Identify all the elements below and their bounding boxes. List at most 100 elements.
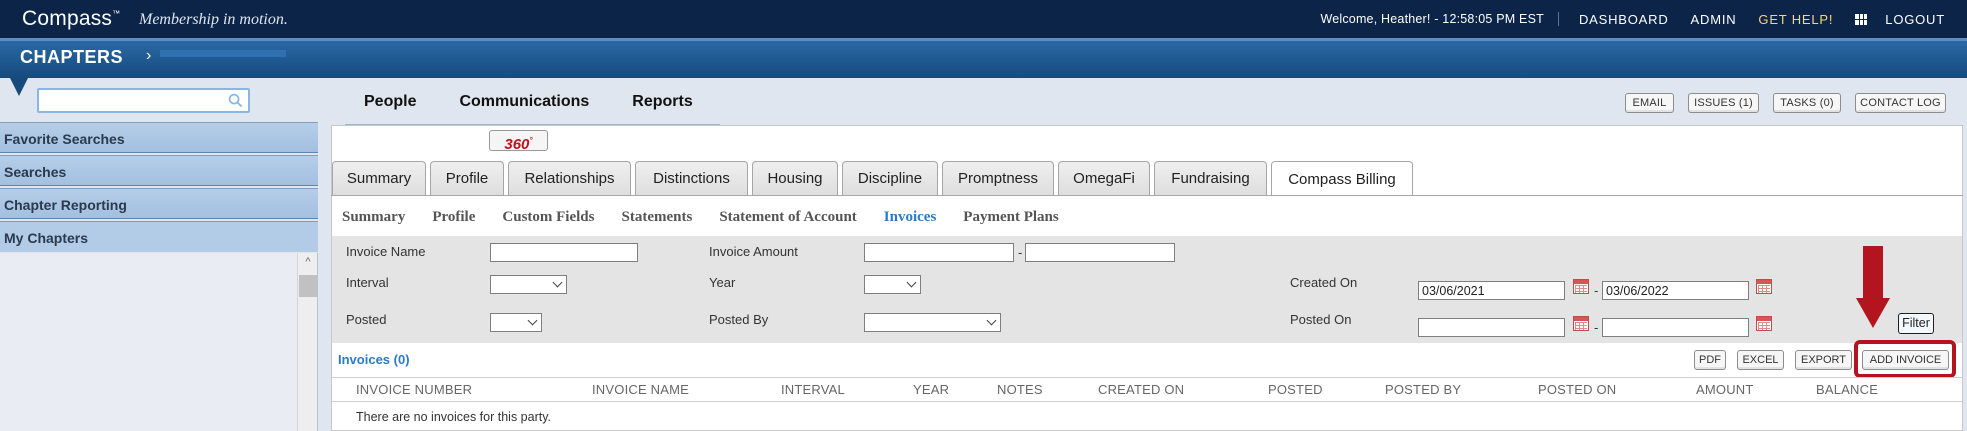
- col-invoice-name[interactable]: INVOICE NAME: [592, 382, 689, 397]
- subtab-custom-fields[interactable]: Custom Fields: [502, 209, 594, 226]
- menu-reports[interactable]: Reports: [632, 93, 692, 111]
- year-select[interactable]: [864, 275, 921, 294]
- posted-label: Posted: [346, 312, 387, 327]
- created-on-to-input[interactable]: 03/06/2022: [1602, 281, 1749, 300]
- dashboard-link[interactable]: DASHBOARD: [1579, 12, 1669, 27]
- empty-table-message: There are no invoices for this party.: [356, 410, 551, 424]
- search-icon[interactable]: [228, 93, 243, 108]
- search-box[interactable]: [37, 88, 250, 113]
- annotation-arrow-shaft: [1863, 246, 1883, 301]
- col-posted[interactable]: POSTED: [1268, 382, 1323, 397]
- chevron-right-icon[interactable]: ›: [146, 47, 151, 65]
- col-year[interactable]: YEAR: [913, 382, 949, 397]
- col-interval[interactable]: INTERVAL: [781, 382, 845, 397]
- main-menu: People Communications Reports: [364, 93, 736, 111]
- section-title: CHAPTERS: [20, 47, 124, 67]
- col-invoice-number[interactable]: INVOICE NUMBER: [356, 382, 472, 397]
- tab-promptness[interactable]: Promptness: [942, 161, 1054, 195]
- export-button[interactable]: EXPORT: [1795, 350, 1852, 370]
- scroll-up-icon[interactable]: ^: [302, 257, 314, 268]
- tab-omegafi[interactable]: OmegaFi: [1058, 161, 1150, 195]
- scroll-thumb[interactable]: [299, 275, 317, 297]
- pdf-button[interactable]: PDF: [1694, 350, 1726, 370]
- band-tab-accent: [160, 50, 286, 57]
- tagline: Membership in motion.: [139, 11, 288, 28]
- posted-select[interactable]: [490, 313, 542, 332]
- tab-bar: Summary Profile Relationships Distinctio…: [332, 161, 1417, 196]
- tab-discipline[interactable]: Discipline: [842, 161, 938, 195]
- created-on-separator: -: [1594, 283, 1599, 298]
- interval-select[interactable]: [490, 275, 567, 294]
- admin-link[interactable]: ADMIN: [1691, 12, 1737, 27]
- posted-on-label: Posted On: [1290, 312, 1352, 327]
- col-posted-on[interactable]: POSTED ON: [1538, 382, 1616, 397]
- created-on-label: Created On: [1290, 275, 1358, 290]
- posted-on-to-input[interactable]: [1602, 318, 1749, 337]
- chevron-down-icon: [527, 315, 538, 326]
- col-amount[interactable]: AMOUNT: [1696, 382, 1754, 397]
- excel-button[interactable]: EXCEL: [1737, 350, 1784, 370]
- issues-button[interactable]: ISSUES (1): [1688, 93, 1759, 113]
- top-nav: Welcome, Heather! - 12:58:05 PM EST DASH…: [1320, 0, 1967, 38]
- calendar-icon[interactable]: [1756, 316, 1772, 331]
- menu-communications[interactable]: Communications: [459, 93, 589, 111]
- invoice-amount-from-input[interactable]: [864, 243, 1014, 262]
- view-360-mark: °: [529, 136, 533, 145]
- invoice-amount-to-input[interactable]: [1025, 243, 1175, 262]
- tab-housing[interactable]: Housing: [752, 161, 838, 195]
- posted-by-select[interactable]: [864, 313, 1001, 332]
- posted-on-from-input[interactable]: [1418, 318, 1565, 337]
- calendar-icon[interactable]: [1573, 316, 1589, 331]
- sidebar-scrollbar[interactable]: ^: [297, 253, 317, 431]
- posted-on-separator: -: [1594, 320, 1599, 335]
- menu-people[interactable]: People: [364, 93, 416, 111]
- search-input[interactable]: [39, 90, 219, 110]
- calendar-icon[interactable]: [1756, 279, 1772, 294]
- view-360-button[interactable]: 360°: [489, 130, 548, 153]
- sub-tab-bar: Summary Profile Custom Fields Statements…: [342, 209, 1086, 226]
- subtab-profile[interactable]: Profile: [432, 209, 475, 226]
- subtab-invoices[interactable]: Invoices: [884, 209, 937, 226]
- tab-fundraising[interactable]: Fundraising: [1154, 161, 1267, 195]
- compass-logo[interactable]: Compass™: [22, 7, 120, 31]
- amount-separator: -: [1018, 245, 1023, 260]
- logo-text: Compass: [22, 7, 113, 30]
- interval-label: Interval: [346, 275, 389, 290]
- col-created-on[interactable]: CREATED ON: [1098, 382, 1184, 397]
- annotation-highlight-box: [1854, 340, 1956, 378]
- apps-grid-icon[interactable]: [1855, 13, 1868, 25]
- subtab-summary[interactable]: Summary: [342, 209, 405, 226]
- col-balance[interactable]: BALANCE: [1816, 382, 1878, 397]
- get-help-link[interactable]: GET HELP!: [1758, 12, 1833, 27]
- invoice-name-input[interactable]: [490, 243, 638, 262]
- tab-compass-billing[interactable]: Compass Billing: [1271, 161, 1413, 196]
- contact-log-button[interactable]: CONTACT LOG: [1855, 93, 1946, 113]
- col-posted-by[interactable]: POSTED BY: [1385, 382, 1461, 397]
- tab-profile[interactable]: Profile: [430, 161, 504, 195]
- tasks-button[interactable]: TASKS (0): [1773, 93, 1841, 113]
- welcome-text: Welcome, Heather! - 12:58:05 PM EST: [1320, 12, 1544, 26]
- sidebar-panel: [0, 253, 318, 431]
- email-button[interactable]: EMAIL: [1625, 93, 1674, 113]
- created-on-from-input[interactable]: 03/06/2021: [1418, 281, 1565, 300]
- tab-summary[interactable]: Summary: [332, 161, 426, 195]
- logout-link[interactable]: LOGOUT: [1885, 12, 1945, 27]
- subtab-statements[interactable]: Statements: [621, 209, 692, 226]
- calendar-icon[interactable]: [1573, 279, 1589, 294]
- subtab-payment-plans[interactable]: Payment Plans: [963, 209, 1058, 226]
- posted-by-label: Posted By: [709, 312, 769, 327]
- sidebar-item-chapter-reporting[interactable]: Chapter Reporting: [0, 188, 318, 219]
- band-highlight: [0, 38, 1967, 41]
- sidebar-item-favorite-searches[interactable]: Favorite Searches: [0, 122, 318, 153]
- invoice-name-label: Invoice Name: [346, 244, 426, 259]
- chevron-down-icon: [552, 277, 563, 288]
- subtab-statement-of-account[interactable]: Statement of Account: [719, 209, 856, 226]
- col-notes[interactable]: NOTES: [997, 382, 1043, 397]
- section-band: CHAPTERS ›: [0, 38, 1967, 78]
- sidebar-item-searches[interactable]: Searches: [0, 155, 318, 186]
- invoice-amount-label: Invoice Amount: [709, 244, 798, 259]
- tab-distinctions[interactable]: Distinctions: [635, 161, 748, 195]
- tab-relationships[interactable]: Relationships: [508, 161, 631, 195]
- sidebar-item-my-chapters[interactable]: My Chapters: [0, 221, 318, 252]
- filter-button[interactable]: Filter: [1898, 313, 1934, 334]
